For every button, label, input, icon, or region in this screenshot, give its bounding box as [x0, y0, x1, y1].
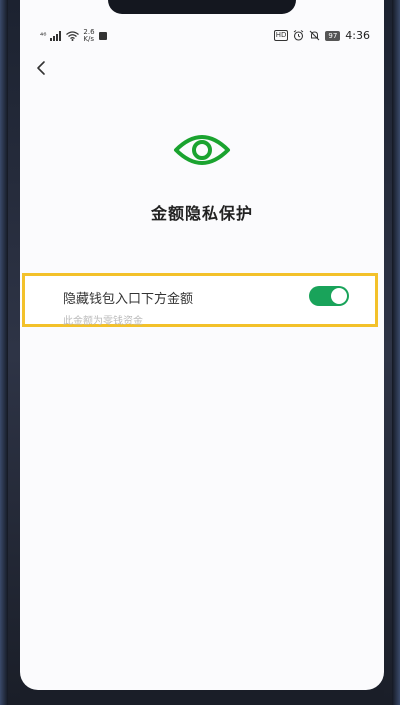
bezel-left — [0, 0, 8, 705]
net-speed: 2.6 K/s — [83, 29, 94, 43]
signal-icon — [50, 31, 62, 41]
battery-level: 97 — [325, 30, 341, 41]
toggle-knob — [331, 288, 347, 304]
eye-icon — [174, 135, 230, 165]
setting-label: 隐藏钱包入口下方金额 — [63, 292, 194, 307]
alarm-icon — [294, 30, 304, 41]
back-button[interactable] — [34, 58, 50, 78]
wifi-icon — [66, 31, 80, 41]
phone-screen: ⁴⁶ 2.6 K/s HD 97 4:36 金额隐私保护 隐藏钱包入口下方金额 … — [20, 0, 384, 690]
setting-description: 此金额为零钱资金 — [63, 316, 143, 327]
back-chevron-icon — [37, 61, 45, 75]
status-left: ⁴⁶ 2.6 K/s — [40, 29, 107, 43]
page-title: 金额隐私保护 — [150, 204, 253, 223]
bottom-bezel — [20, 690, 384, 705]
status-right: HD 97 4:36 — [273, 29, 370, 42]
net-speed-unit: K/s — [83, 35, 95, 43]
signal-type-label: ⁴⁶ — [40, 31, 47, 40]
notification-square-icon — [98, 32, 107, 40]
hd-badge: HD — [273, 30, 289, 41]
hero-eye — [172, 130, 232, 170]
hide-amount-toggle[interactable] — [309, 286, 349, 306]
notch — [108, 0, 296, 14]
phone-device: ⁴⁶ 2.6 K/s HD 97 4:36 金额隐私保护 隐藏钱包入口下方金额 … — [0, 0, 400, 705]
status-bar: ⁴⁶ 2.6 K/s HD 97 4:36 — [20, 28, 384, 46]
mute-bell-icon — [309, 30, 320, 41]
clock-time: 4:36 — [345, 29, 370, 42]
bezel-right — [392, 0, 400, 705]
setting-row-hide-amount[interactable]: 隐藏钱包入口下方金额 此金额为零钱资金 — [22, 273, 378, 327]
